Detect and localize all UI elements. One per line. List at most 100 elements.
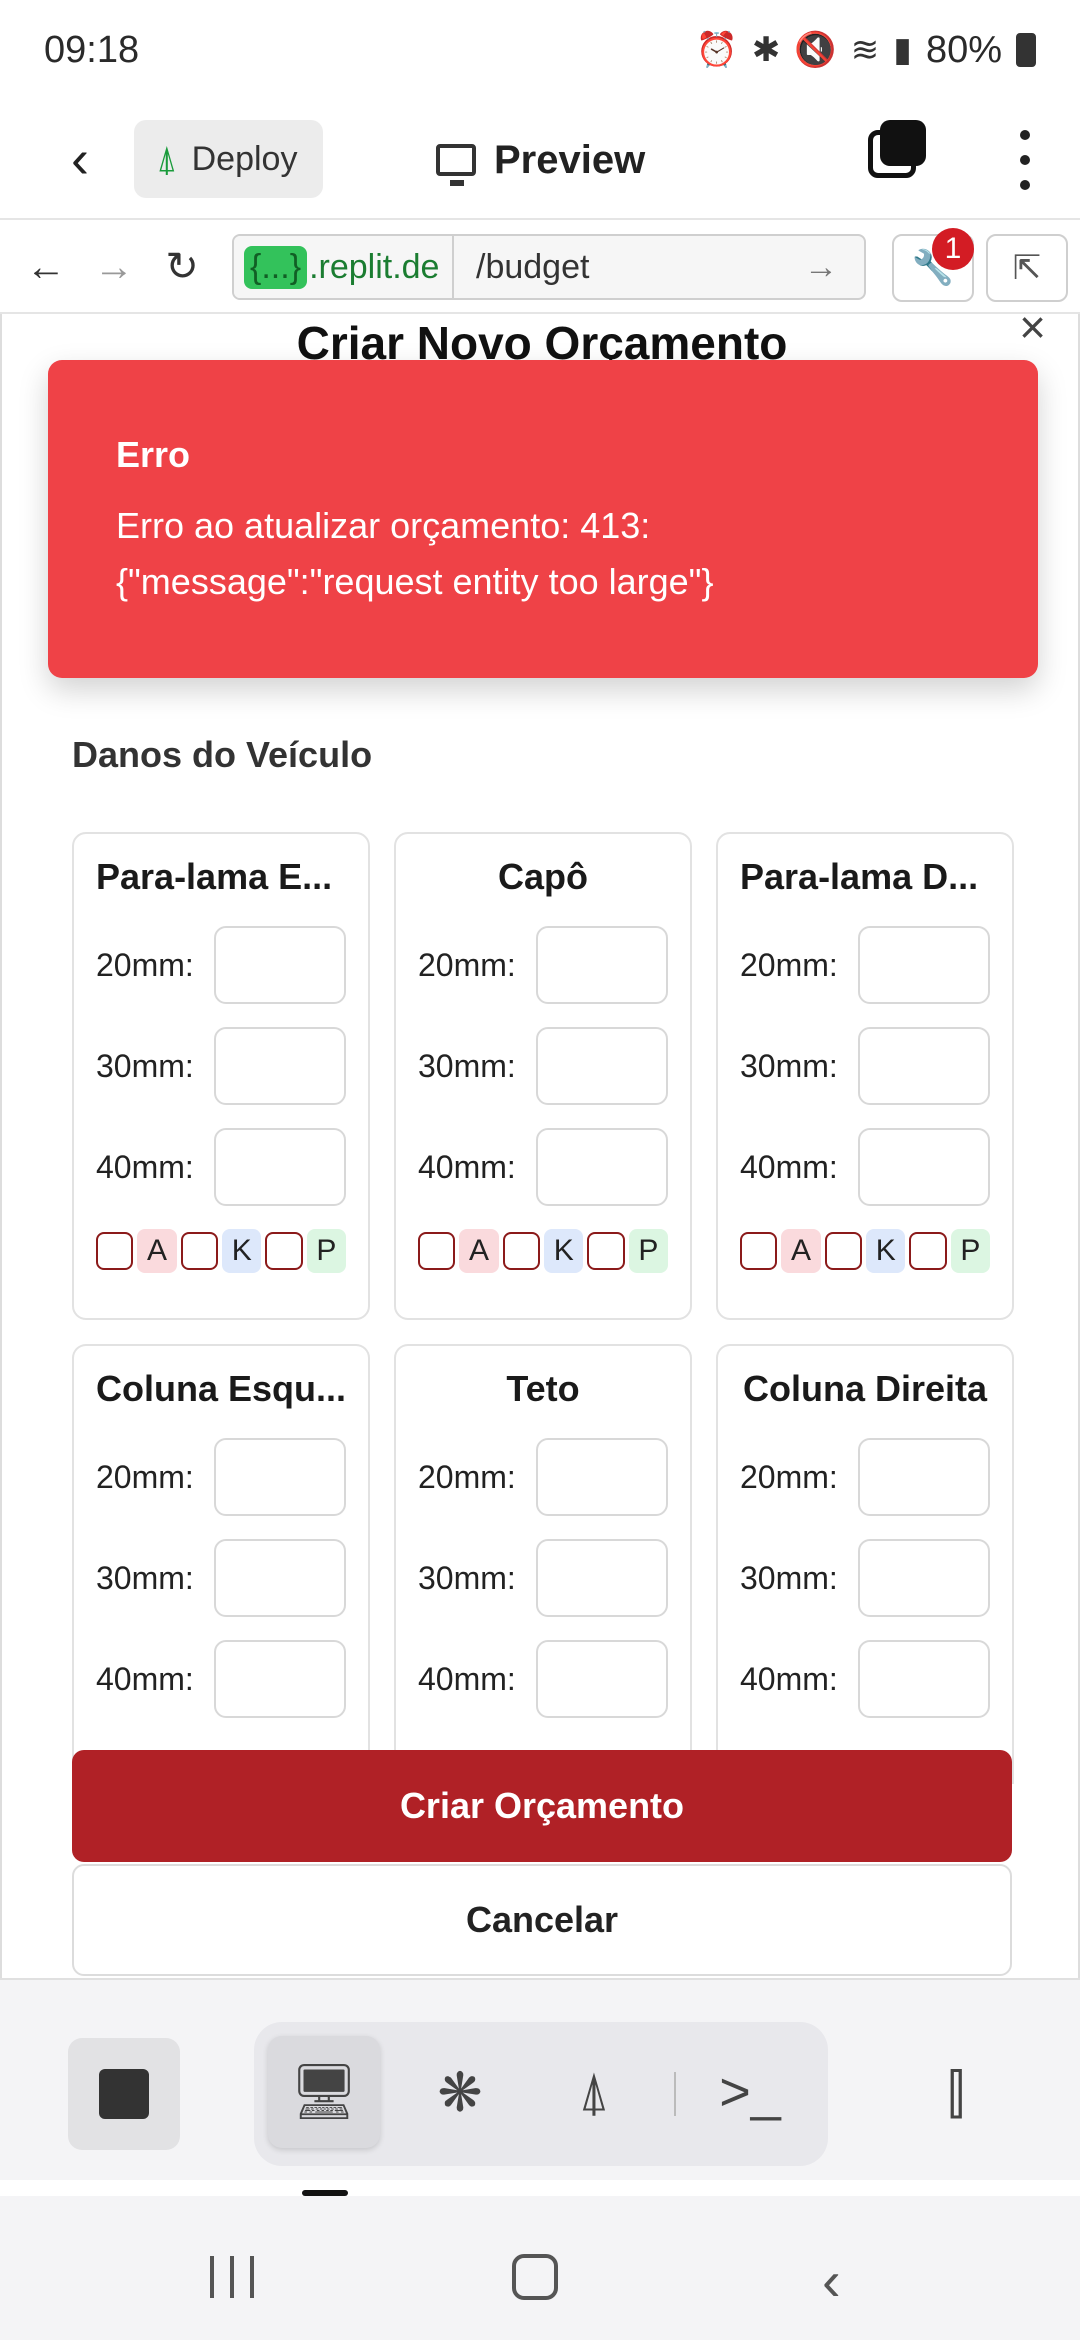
signal-icon: ▮ [893,31,912,69]
field-label: 40mm: [418,1148,516,1185]
nav-back-icon[interactable]: ← [16,237,76,297]
recent-apps-icon[interactable] [210,2256,254,2298]
dent-40mm-input[interactable] [214,1128,346,1206]
field-label: 30mm: [418,1047,516,1084]
damage-card: Coluna Esqu... 20mm: 30mm: 40mm: [72,1344,370,1784]
replit-dock: 🖥 ❋ ⍋ >_ ⫿ [0,1978,1080,2180]
preview-content: Criar Novo Orçamento × Erro Erro ao atua… [0,314,1080,1978]
repl-badge: {...} [244,245,308,289]
checkbox-p[interactable] [587,1232,625,1270]
url-path-input[interactable]: /budget [454,248,804,287]
option-checks: A K P [96,1229,347,1273]
field-label: 30mm: [96,1047,194,1084]
stop-button[interactable] [68,2038,180,2150]
tool-switcher: 🖥 ❋ ⍋ >_ [254,2022,828,2166]
tabs-switcher-icon[interactable] [868,120,928,180]
nav-forward-icon[interactable]: → [84,237,144,297]
toast-title: Erro [116,434,191,475]
damage-card: Para-lama D... 20mm: 30mm: 40mm: A K P [716,832,1014,1320]
preview-tab[interactable]: Preview [436,100,645,220]
card-title: Para-lama E... [96,856,333,897]
stop-icon [99,2069,149,2119]
dent-20mm-input[interactable] [858,926,990,1004]
dent-40mm-input[interactable] [536,1640,668,1718]
create-budget-button[interactable]: Criar Orçamento [72,1750,1012,1862]
url-domain: {...} .replit.de [234,236,454,298]
more-menu-icon[interactable] [1010,120,1040,200]
system-back-icon[interactable]: ‹ [822,2248,841,2313]
deploy-button[interactable]: ⍋ Deploy [134,120,324,198]
checkbox-p[interactable] [265,1232,303,1270]
dent-30mm-input[interactable] [858,1539,990,1617]
field-label: 40mm: [740,1148,838,1185]
wifi-icon: ≋ [850,31,880,69]
checkbox-a[interactable] [96,1232,134,1270]
url-field[interactable]: {...} .replit.de /budget → [232,234,866,300]
dent-40mm-input[interactable] [858,1640,990,1718]
field-label: 40mm: [96,1660,194,1697]
checkbox-k[interactable] [502,1232,541,1270]
card-title: Coluna Esqu... [96,1368,346,1409]
monitor-icon [436,144,476,186]
field-label: 20mm: [418,1458,516,1495]
card-title: Para-lama D... [740,856,979,897]
toast-message: Erro ao atualizar orçamento: 413: {"mess… [116,505,714,602]
dent-20mm-input[interactable] [214,1438,346,1516]
reload-icon[interactable]: ↻ [152,237,212,297]
checkbox-k[interactable] [180,1232,219,1270]
workflow-tool-icon[interactable]: ❋ [404,2036,516,2148]
tag-k: K [866,1229,906,1273]
dent-40mm-input[interactable] [214,1640,346,1718]
checkbox-p[interactable] [909,1232,947,1270]
field-label: 40mm: [96,1148,194,1185]
field-label: 20mm: [96,946,194,983]
tag-p: P [306,1229,347,1273]
dent-30mm-input[interactable] [536,1027,668,1105]
url-domain-text: .replit.de [309,247,440,286]
back-button[interactable]: ‹ [30,109,130,209]
dent-20mm-input[interactable] [536,1438,668,1516]
dent-30mm-input[interactable] [214,1027,346,1105]
field-label: 40mm: [418,1660,516,1697]
close-icon[interactable]: × [1019,314,1046,354]
dent-40mm-input[interactable] [858,1128,990,1206]
option-checks: A K P [418,1229,669,1273]
deploy-label: Deploy [191,139,298,178]
field-label: 30mm: [96,1559,194,1596]
tag-a: A [459,1229,499,1273]
field-label: 30mm: [418,1559,516,1596]
tag-p: P [950,1229,991,1273]
dent-20mm-input[interactable] [214,926,346,1004]
shell-tool-icon[interactable]: >_ [694,2036,806,2148]
dent-30mm-input[interactable] [858,1027,990,1105]
tag-a: A [781,1229,821,1273]
tag-k: K [222,1229,262,1273]
panel-layout-icon[interactable]: ⫿ [910,2038,1002,2150]
tag-a: A [137,1229,177,1273]
section-title: Danos do Veículo [72,734,373,775]
error-toast[interactable]: Erro Erro ao atualizar orçamento: 413: {… [48,360,1038,678]
divider [674,2072,676,2116]
open-external-button[interactable]: ⇱ [986,234,1068,302]
system-navbar: ‹ [0,2196,1080,2340]
damage-grid: Para-lama E... 20mm: 30mm: 40mm: A K P C… [72,832,1014,1784]
deploy-tool-icon[interactable]: ⍋ [538,2036,650,2148]
arrow-right-icon[interactable]: → [804,248,864,287]
damage-card: Coluna Direita 20mm: 30mm: 40mm: [716,1344,1014,1784]
damage-card: Para-lama E... 20mm: 30mm: 40mm: A K P [72,832,370,1320]
checkbox-a[interactable] [418,1232,456,1270]
home-icon[interactable] [512,2254,558,2300]
preview-label: Preview [494,137,646,182]
checkbox-k[interactable] [824,1232,863,1270]
app-topbar: ‹ ⍋ Deploy Preview [0,100,1080,220]
dent-20mm-input[interactable] [858,1438,990,1516]
tag-k: K [544,1229,584,1273]
dent-30mm-input[interactable] [214,1539,346,1617]
preview-tool-icon[interactable]: 🖥 [268,2036,380,2148]
cancel-button[interactable]: Cancelar [72,1864,1012,1976]
dent-20mm-input[interactable] [536,926,668,1004]
dent-40mm-input[interactable] [536,1128,668,1206]
status-bar: 09:18 ⏰ ✱ 🔇 ≋ ▮ 80% [0,0,1080,100]
dent-30mm-input[interactable] [536,1539,668,1617]
checkbox-a[interactable] [740,1232,778,1270]
